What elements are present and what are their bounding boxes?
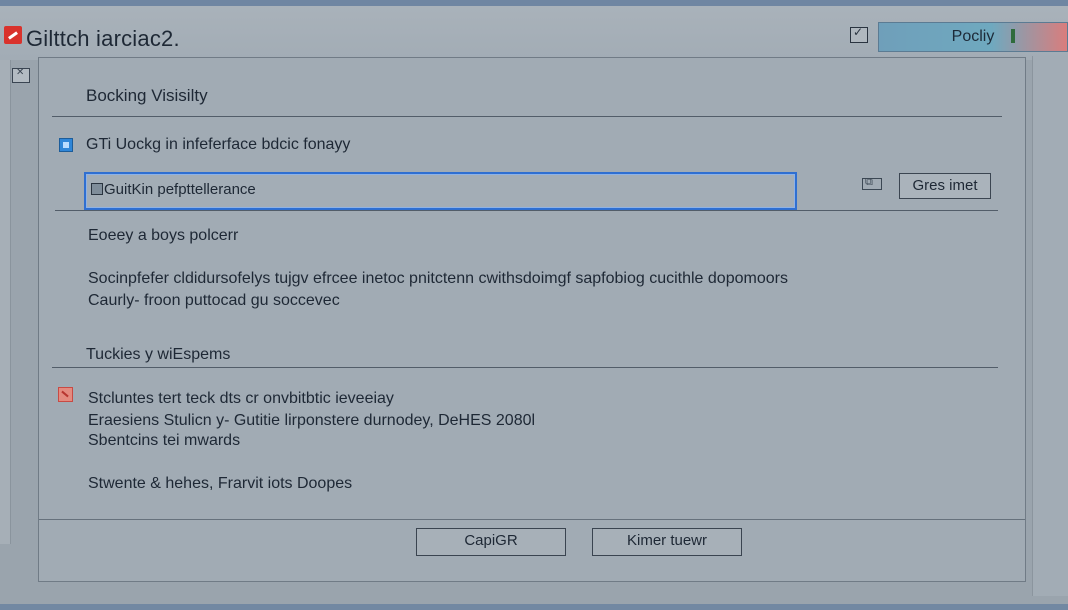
info-line-1: Stcluntes tert teck dts cr onvbitbtic ie… xyxy=(88,390,394,407)
side-collapse-icon[interactable] xyxy=(12,67,30,83)
field-value: GuitKin pefpttellerance xyxy=(104,181,256,198)
window-bottom-border xyxy=(0,604,1068,610)
window-title: Gilttch iarciac2. xyxy=(26,26,180,51)
footer-right-button[interactable]: Kimer tuewr xyxy=(592,528,742,556)
policy-grip-icon xyxy=(1011,29,1015,43)
checkbox-window-icon[interactable] xyxy=(850,25,868,43)
field-doc-icon xyxy=(91,183,103,195)
copy-icon[interactable] xyxy=(862,175,882,190)
field-divider xyxy=(55,210,998,211)
app-logo-icon xyxy=(4,26,22,44)
info-line-3: Sbentcins tei mwards xyxy=(88,432,241,449)
info-line-2: Eraesiens Stulicn y- Gutitie lirponstere… xyxy=(88,412,536,429)
section-title-2: Tuckies y wiEspems xyxy=(86,346,231,363)
policy-button-label: Pocliy xyxy=(951,28,995,45)
side-action-button[interactable]: Gres imet xyxy=(899,173,991,199)
section-title: Bocking Visisilty xyxy=(86,86,208,105)
policy-button[interactable]: Pocliy xyxy=(878,22,1068,52)
summary-line: Stwente & hehes, Frarvit iots Doopes xyxy=(88,475,353,492)
description-line-2: Caurly- froon puttocad gu soccevec xyxy=(88,292,340,309)
title-bar: Gilttch iarciac2. Pocliy xyxy=(0,6,1068,60)
left-sidebar xyxy=(0,60,11,544)
footer-divider xyxy=(39,519,1025,520)
footer-left-button[interactable]: CapiGR xyxy=(416,528,566,556)
warning-icon xyxy=(58,387,73,402)
section-divider xyxy=(52,116,1002,117)
policy-paragraph: Eoeey a boys polcerr xyxy=(88,227,239,244)
right-sidebar xyxy=(1032,56,1068,596)
preference-text-field[interactable]: GuitKin pefpttellerance xyxy=(84,172,797,210)
description-line-1: Socinpfefer cldidursofelys tujgv efrcee … xyxy=(88,270,788,287)
visibility-checkbox-label: GTi Uockg in infeferface bdcic fonayy xyxy=(86,136,351,153)
section-divider-2 xyxy=(52,367,998,368)
visibility-checkbox[interactable] xyxy=(59,138,73,152)
